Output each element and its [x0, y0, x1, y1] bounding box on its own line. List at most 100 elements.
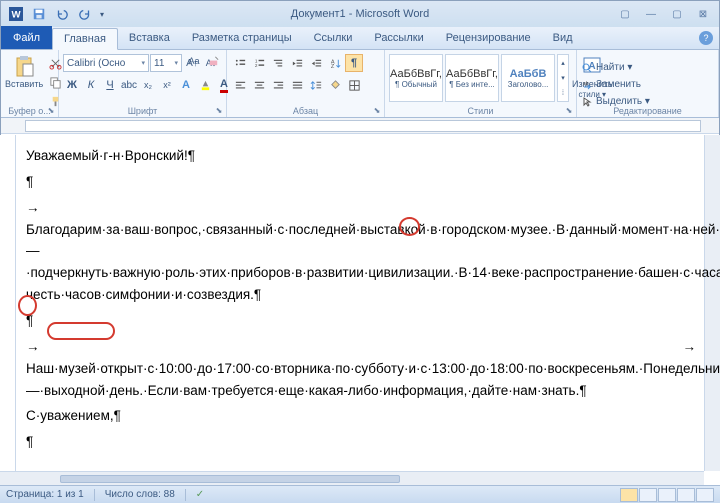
change-case-icon[interactable]: Aa — [185, 52, 203, 70]
scroll-thumb[interactable] — [60, 475, 400, 483]
decrease-indent-icon[interactable] — [288, 54, 306, 72]
style-gallery: АаБбВвГг, ¶ Обычный АаБбВвГг, ¶ Без инте… — [389, 54, 569, 102]
print-layout-view-icon[interactable] — [620, 488, 638, 502]
qat-customize-icon[interactable]: ▾ — [97, 4, 107, 24]
full-screen-view-icon[interactable] — [639, 488, 657, 502]
style-gallery-nav[interactable]: ▴▾⁞ — [557, 54, 569, 102]
horizontal-ruler[interactable] — [1, 118, 719, 134]
group-font: Calibri (Осно▾ 11▾ A↑ A↓ Ж К Ч abc x₂ x²… — [59, 50, 227, 117]
save-icon[interactable] — [28, 4, 50, 24]
font-name-combo[interactable]: Calibri (Осно▾ — [63, 54, 149, 72]
doc-paragraph[interactable]: ¶ — [26, 171, 696, 193]
font-label: Шрифт — [59, 106, 226, 116]
maximize-icon[interactable]: ▢ — [665, 7, 689, 21]
text-effects-icon[interactable]: A — [177, 76, 195, 94]
vertical-scrollbar[interactable] — [704, 135, 720, 471]
bold-button[interactable]: Ж — [63, 76, 81, 94]
bullets-icon[interactable] — [231, 54, 249, 72]
shading-icon[interactable] — [326, 76, 344, 94]
separator — [185, 489, 186, 501]
group-paragraph: 12 AZ ¶ Абзац ⬊ — [227, 50, 385, 117]
tab-page-layout[interactable]: Разметка страницы — [181, 27, 303, 49]
ribbon: Вставить Буфер о... ⬊ Calibri (Осно▾ 11▾… — [1, 50, 719, 118]
numbering-icon[interactable]: 12 — [250, 54, 268, 72]
document-area: Уважаемый·г-н·Вронский!¶ ¶ → Благодарим·… — [0, 135, 720, 485]
help-icon[interactable]: ? — [699, 31, 713, 45]
paste-label: Вставить — [5, 79, 43, 89]
status-page[interactable]: Страница: 1 из 1 — [6, 489, 84, 500]
multilevel-icon[interactable] — [269, 54, 287, 72]
find-button[interactable]: Найти ▾ — [581, 60, 632, 75]
font-launcher-icon[interactable]: ⬊ — [214, 105, 224, 115]
outline-view-icon[interactable] — [677, 488, 695, 502]
clear-format-icon[interactable] — [204, 52, 222, 70]
superscript-icon[interactable]: x² — [158, 76, 176, 94]
status-proofing-icon[interactable]: ✓ — [196, 489, 204, 500]
style-heading1[interactable]: АаБбВ Заголово... — [501, 54, 555, 102]
vertical-ruler[interactable] — [2, 135, 16, 485]
justify-icon[interactable] — [288, 76, 306, 94]
styles-launcher-icon[interactable]: ⬊ — [564, 105, 574, 115]
tab-mailings[interactable]: Рассылки — [363, 27, 434, 49]
doc-paragraph[interactable]: → Благодарим·за·ваш·вопрос,·связанный·с·… — [26, 197, 696, 306]
svg-text:Z: Z — [330, 64, 334, 70]
minimize-ribbon-icon[interactable]: ▢ — [613, 7, 637, 21]
doc-paragraph[interactable]: ¶ — [26, 310, 696, 332]
separator — [94, 489, 95, 501]
strikethrough-icon[interactable]: abc — [120, 76, 138, 94]
status-word-count[interactable]: Число слов: 88 — [105, 489, 175, 500]
group-clipboard: Вставить Буфер о... ⬊ — [1, 50, 59, 117]
tab-view[interactable]: Вид — [542, 27, 584, 49]
undo-icon[interactable] — [51, 4, 73, 24]
doc-paragraph[interactable]: С·уважением,¶ — [26, 405, 696, 427]
sort-icon[interactable]: AZ — [326, 54, 344, 72]
increase-indent-icon[interactable] — [307, 54, 325, 72]
draft-view-icon[interactable] — [696, 488, 714, 502]
highlight-icon[interactable] — [196, 76, 214, 94]
clipboard-launcher-icon[interactable]: ⬊ — [46, 105, 56, 115]
doc-paragraph[interactable]: → → Наш·музей·открыт·с·10:00·до·17:00·со… — [26, 336, 696, 402]
doc-paragraph[interactable]: ¶ — [26, 431, 696, 453]
italic-button[interactable]: К — [82, 76, 100, 94]
quick-access-toolbar: W ▾ — [5, 4, 107, 24]
paragraph-launcher-icon[interactable]: ⬊ — [372, 105, 382, 115]
group-styles: АаБбВвГг, ¶ Обычный АаБбВвГг, ¶ Без инте… — [385, 50, 577, 117]
ribbon-tabs: Файл Главная Вставка Разметка страницы С… — [1, 27, 719, 50]
paste-button[interactable]: Вставить — [5, 54, 43, 89]
doc-paragraph[interactable]: Уважаемый·г-н·Вронский!¶ — [26, 145, 696, 167]
style-normal[interactable]: АаБбВвГг, ¶ Обычный — [389, 54, 443, 102]
window-controls: ▢ — ▢ ⊠ — [613, 7, 715, 21]
replace-button[interactable]: ab Заменить — [581, 77, 641, 92]
tab-review[interactable]: Рецензирование — [435, 27, 542, 49]
style-name: ¶ Без инте... — [449, 80, 495, 89]
tab-insert[interactable]: Вставка — [118, 27, 181, 49]
style-preview: АаБбВвГг, — [446, 68, 498, 80]
minimize-icon[interactable]: — — [639, 7, 663, 21]
word-icon[interactable]: W — [5, 4, 27, 24]
style-preview: АаБбВвГг, — [390, 68, 442, 80]
line-spacing-icon[interactable] — [307, 76, 325, 94]
document-page[interactable]: Уважаемый·г-н·Вронский!¶ ¶ → Благодарим·… — [22, 135, 700, 467]
subscript-icon[interactable]: x₂ — [139, 76, 157, 94]
font-size-value: 11 — [154, 58, 164, 69]
tab-file[interactable]: Файл — [1, 26, 52, 49]
editing-label: Редактирование — [577, 106, 718, 116]
align-right-icon[interactable] — [269, 76, 287, 94]
align-center-icon[interactable] — [250, 76, 268, 94]
view-buttons — [620, 488, 714, 502]
group-editing: Найти ▾ ab Заменить Выделить ▾ Редактиро… — [577, 50, 719, 117]
redo-icon[interactable] — [74, 4, 96, 24]
font-size-combo[interactable]: 11▾ — [150, 54, 182, 72]
horizontal-scrollbar[interactable] — [0, 471, 704, 485]
show-marks-icon[interactable]: ¶ — [345, 54, 363, 72]
close-icon[interactable]: ⊠ — [691, 7, 715, 21]
style-no-spacing[interactable]: АаБбВвГг, ¶ Без инте... — [445, 54, 499, 102]
find-label: Найти ▾ — [596, 62, 632, 73]
borders-icon[interactable] — [345, 76, 363, 94]
underline-button[interactable]: Ч — [101, 76, 119, 94]
tab-references[interactable]: Ссылки — [303, 27, 364, 49]
align-left-icon[interactable] — [231, 76, 249, 94]
tab-home[interactable]: Главная — [52, 28, 118, 50]
web-layout-view-icon[interactable] — [658, 488, 676, 502]
svg-text:ab: ab — [583, 81, 589, 87]
